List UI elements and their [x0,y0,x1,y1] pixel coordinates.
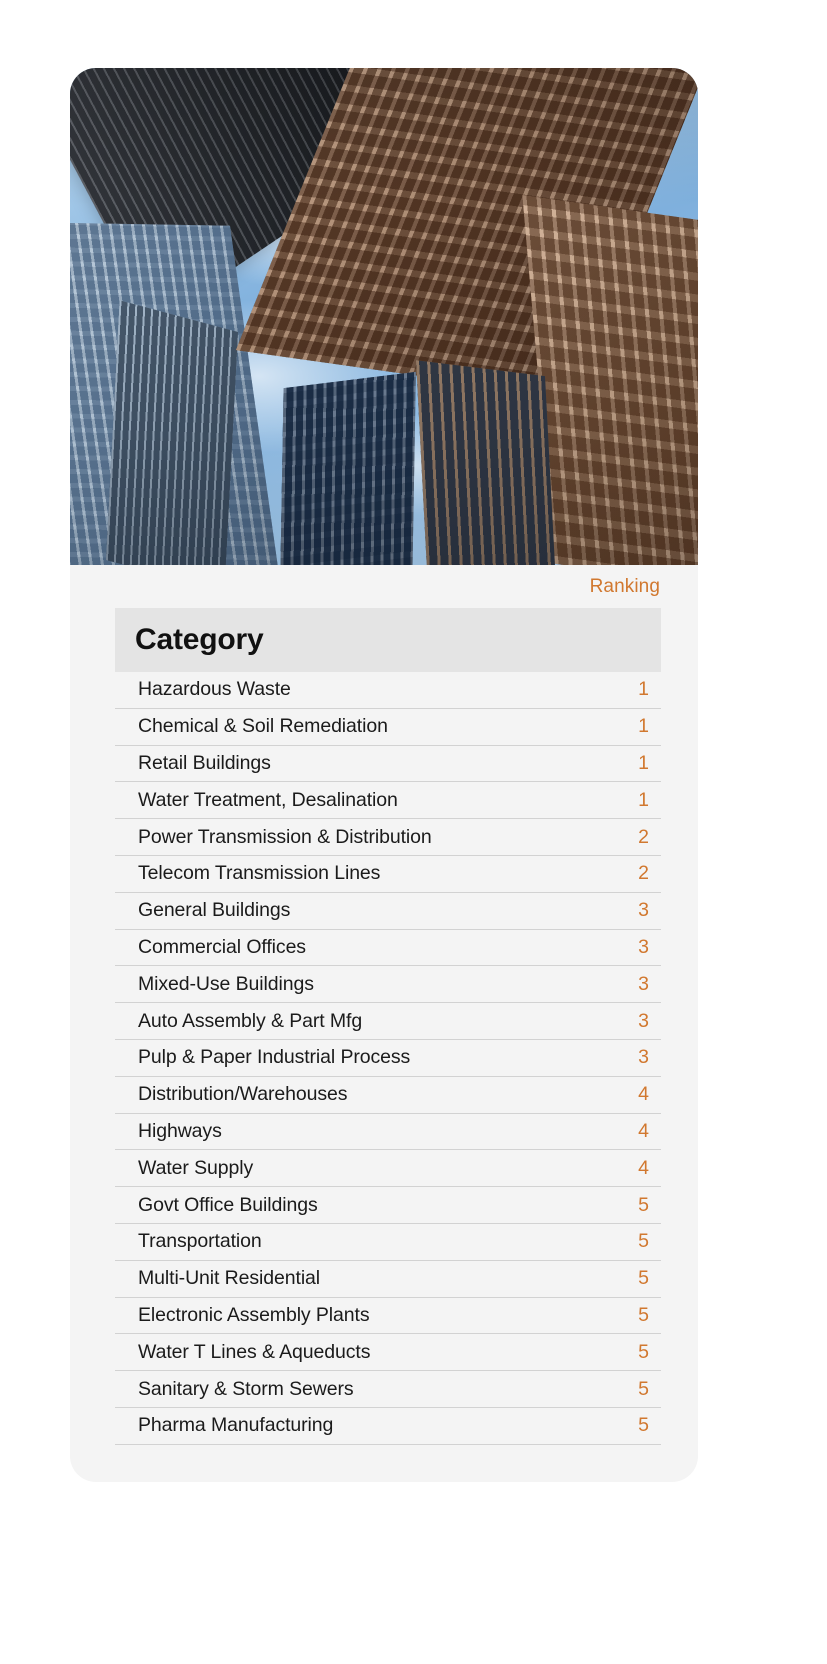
cell-ranking: 5 [638,1377,649,1400]
table-row[interactable]: Power Transmission & Distribution 2 [115,819,661,856]
cell-ranking: 5 [638,1303,649,1326]
ranking-card: Ranking Category Hazardous Waste 1 Chemica… [70,68,698,1482]
cell-category: General Buildings [138,899,291,922]
column-header-category: Category [135,623,264,656]
cell-category: Hazardous Waste [138,678,291,701]
cell-ranking: 2 [638,825,649,848]
cell-category: Water Supply [138,1156,254,1179]
cell-category: Distribution/Warehouses [138,1083,348,1106]
cell-category: Multi-Unit Residential [138,1267,321,1290]
cell-ranking: 5 [638,1414,649,1437]
table-row[interactable]: Pulp & Paper Industrial Process 3 [115,1039,661,1077]
cell-ranking: 5 [638,1193,649,1216]
table-header-row: Category [115,608,661,672]
cell-ranking: 5 [638,1230,649,1253]
cell-ranking: 1 [638,751,649,774]
cell-category: Auto Assembly & Part Mfg [138,1009,363,1032]
cell-ranking: 3 [638,1009,649,1032]
table-row[interactable]: Mixed-Use Buildings 3 [115,966,661,1004]
table-row[interactable]: Auto Assembly & Part Mfg 3 [115,1003,661,1040]
table-row[interactable]: Commercial Offices 3 [115,929,661,967]
ranking-table: Category Hazardous Waste 1 Chemical & Soil… [115,608,661,1445]
table-row[interactable]: Highways 4 [115,1113,661,1151]
cell-category: Chemical & Soil Remediation [138,715,388,738]
cell-ranking: 3 [638,972,649,995]
cell-category: Highways [138,1119,222,1142]
cell-ranking: 2 [638,862,649,885]
cell-ranking: 5 [638,1267,649,1290]
table-row[interactable]: Water Treatment, Desalination 1 [115,782,661,820]
table-row[interactable]: Telecom Transmission Lines 2 [115,855,661,893]
table-row[interactable]: Sanitary & Storm Sewers 5 [115,1371,661,1408]
cell-ranking: 5 [638,1340,649,1363]
ranking-column-caption: Ranking [589,576,660,597]
cell-category: Retail Buildings [138,751,271,774]
cell-category: Power Transmission & Distribution [138,825,432,848]
table-row[interactable]: General Buildings 3 [115,892,661,930]
hero-image-city-skyline [70,68,698,565]
cell-category: Pharma Manufacturing [138,1414,334,1437]
cell-ranking: 1 [638,678,649,701]
cell-category: Water T Lines & Aqueducts [138,1340,371,1363]
cell-category: Sanitary & Storm Sewers [138,1377,354,1400]
table-row[interactable]: Distribution/Warehouses 4 [115,1076,661,1114]
table-body: Hazardous Waste 1 Chemical & Soil Remediat… [115,672,661,1445]
table-row[interactable]: Chemical & Soil Remediation 1 [115,708,661,746]
cell-ranking: 4 [638,1083,649,1106]
table-row[interactable]: Water Supply 4 [115,1150,661,1188]
cell-ranking: 1 [638,715,649,738]
table-row[interactable]: Electronic Assembly Plants 5 [115,1297,661,1335]
cell-category: Mixed-Use Buildings [138,972,314,995]
cell-ranking: 3 [638,935,649,958]
table-row[interactable]: Pharma Manufacturing 5 [115,1407,661,1445]
table-row[interactable]: Govt Office Buildings 5 [115,1187,661,1224]
table-row[interactable]: Transportation 5 [115,1223,661,1261]
hero-overlay [70,68,698,565]
cell-ranking: 3 [638,899,649,922]
table-row[interactable]: Water T Lines & Aqueducts 5 [115,1334,661,1372]
cell-ranking: 4 [638,1119,649,1142]
cell-category: Water Treatment, Desalination [138,788,398,811]
cell-category: Electronic Assembly Plants [138,1303,370,1326]
cell-category: Commercial Offices [138,935,306,958]
table-row[interactable]: Hazardous Waste 1 [115,672,661,709]
table-row[interactable]: Multi-Unit Residential 5 [115,1260,661,1298]
cell-ranking: 3 [638,1046,649,1069]
cell-ranking: 1 [638,788,649,811]
table-row[interactable]: Retail Buildings 1 [115,745,661,783]
cell-category: Govt Office Buildings [138,1193,318,1216]
page-root: Ranking Category Hazardous Waste 1 Chemica… [0,0,827,1664]
cell-category: Pulp & Paper Industrial Process [138,1046,411,1069]
cell-ranking: 4 [638,1156,649,1179]
cell-category: Telecom Transmission Lines [138,862,381,885]
cell-category: Transportation [138,1230,262,1253]
